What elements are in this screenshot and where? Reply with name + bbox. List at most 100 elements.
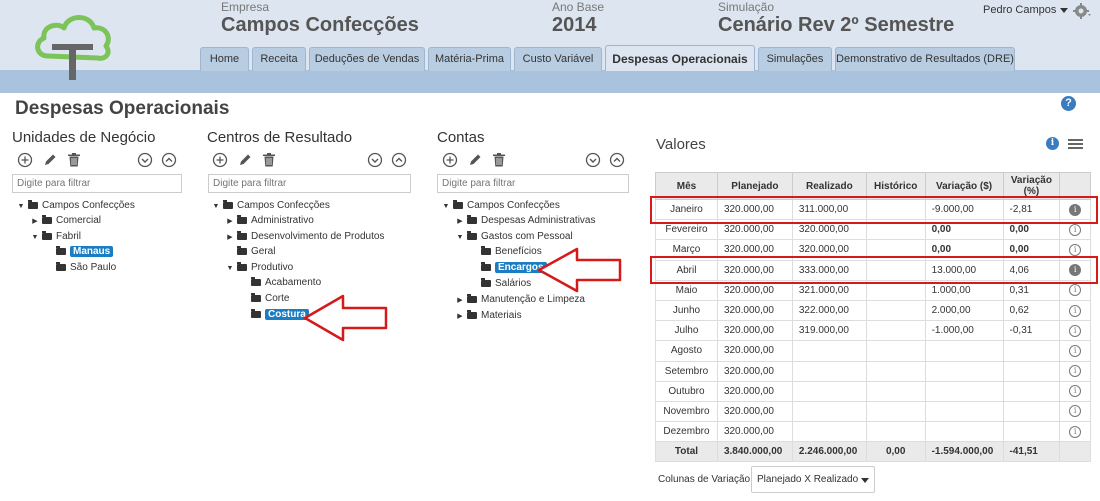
tab-materia-prima[interactable]: Matéria-Prima bbox=[428, 47, 511, 71]
month-cell: Agosto bbox=[655, 340, 718, 362]
tree-node-selected[interactable]: Costura bbox=[239, 308, 309, 322]
tree-node[interactable]: ▼ Produtivo bbox=[225, 261, 293, 275]
realizado-cell bbox=[791, 400, 867, 423]
tree-node-label: Materiais bbox=[481, 310, 522, 321]
tree-node[interactable]: ▼ Gastos com Pessoal bbox=[455, 230, 573, 244]
tree-node[interactable]: ▶ Despesas Administrativas bbox=[455, 214, 596, 228]
tree-node[interactable]: ▶ Administrativo bbox=[225, 214, 314, 228]
add-icon[interactable] bbox=[442, 152, 458, 168]
hamburger-menu-icon[interactable] bbox=[1068, 139, 1083, 150]
chevron-up-circle-icon[interactable] bbox=[391, 152, 407, 168]
tree-node[interactable]: ▶ Manutenção e Limpeza bbox=[455, 293, 585, 307]
edit-pencil-icon[interactable] bbox=[467, 152, 483, 168]
tree-node-label: Fabril bbox=[56, 231, 82, 242]
tab-dre[interactable]: Demonstrativo de Resultados (DRE) bbox=[835, 47, 1015, 71]
tree-node[interactable]: Geral bbox=[225, 245, 275, 259]
collapsed-triangle-icon: ▶ bbox=[457, 313, 463, 320]
add-icon[interactable] bbox=[17, 152, 33, 168]
contas-filter-input[interactable] bbox=[437, 174, 629, 193]
total-variacao-valor-cell: -1.594.000,00 bbox=[924, 441, 1004, 463]
info-icon[interactable]: i bbox=[1046, 137, 1059, 150]
unidades-filter-input[interactable] bbox=[12, 174, 182, 193]
tree-node[interactable]: ▶ Materiais bbox=[455, 309, 522, 323]
highlight-box-janeiro bbox=[650, 196, 1098, 224]
info-circle-icon[interactable]: i bbox=[1069, 223, 1082, 236]
tree-node-selected[interactable]: Encargos bbox=[469, 261, 547, 275]
info-circle-icon[interactable]: i bbox=[1069, 405, 1082, 418]
info-circle-icon[interactable]: i bbox=[1069, 365, 1082, 378]
add-icon[interactable] bbox=[212, 152, 228, 168]
tree-node-selected[interactable]: Manaus bbox=[44, 245, 114, 259]
chevron-down-circle-icon[interactable] bbox=[585, 152, 601, 168]
info-circle-icon[interactable]: i bbox=[1069, 385, 1082, 398]
table-row[interactable]: Julho 320.000,00 319.000,00 -1.000,00 -0,31 i bbox=[655, 320, 1091, 342]
tree-node[interactable]: Corte bbox=[239, 292, 289, 306]
trash-icon[interactable] bbox=[261, 152, 277, 168]
table-row[interactable]: Setembro 320.000,00 i bbox=[655, 360, 1091, 382]
planejado-cell: 320.000,00 bbox=[716, 299, 793, 322]
user-menu[interactable]: Pedro Campos bbox=[983, 4, 1069, 16]
row-info-cell: i bbox=[1059, 340, 1091, 362]
help-icon[interactable]: ? bbox=[1061, 96, 1076, 111]
tree-node[interactable]: ▼ Campos Confecções bbox=[211, 199, 330, 213]
tree-node[interactable]: Salários bbox=[469, 277, 531, 291]
collapsed-triangle-icon: ▶ bbox=[227, 218, 233, 225]
trash-icon[interactable] bbox=[491, 152, 507, 168]
folder-icon bbox=[237, 245, 247, 255]
collapsed-triangle-icon: ▶ bbox=[227, 234, 233, 241]
tab-deducoes-vendas[interactable]: Deduções de Vendas bbox=[309, 47, 425, 71]
tree-node[interactable]: Acabamento bbox=[239, 276, 321, 290]
variacao-pct-cell bbox=[1002, 421, 1061, 443]
centros-filter-input[interactable] bbox=[208, 174, 411, 193]
table-row[interactable]: Outubro 320.000,00 i bbox=[655, 380, 1091, 402]
tab-custo-variavel[interactable]: Custo Variável bbox=[514, 47, 602, 71]
variacao-pct-cell: 0,62 bbox=[1002, 299, 1061, 322]
chevron-down-circle-icon[interactable] bbox=[137, 152, 153, 168]
chevron-down-circle-icon[interactable] bbox=[367, 152, 383, 168]
table-row[interactable]: Novembro 320.000,00 i bbox=[655, 400, 1091, 423]
tab-simulacoes[interactable]: Simulações bbox=[758, 47, 832, 71]
info-circle-icon[interactable]: i bbox=[1069, 324, 1082, 337]
tree-node-label: Corte bbox=[265, 293, 290, 304]
tree-node[interactable]: ▼ Fabril bbox=[30, 230, 81, 244]
info-circle-icon[interactable]: i bbox=[1069, 344, 1082, 357]
tree-node[interactable]: ▼ Campos Confecções bbox=[441, 199, 560, 213]
table-row[interactable]: Dezembro 320.000,00 i bbox=[655, 421, 1091, 443]
variacao-valor-cell bbox=[924, 380, 1004, 402]
tree-node-label: Comercial bbox=[56, 215, 102, 226]
chevron-up-circle-icon[interactable] bbox=[609, 152, 625, 168]
tree-node[interactable]: São Paulo bbox=[44, 261, 116, 275]
page-title: Despesas Operacionais bbox=[15, 98, 230, 119]
tree-node[interactable]: Benefícios bbox=[469, 245, 542, 259]
table-row[interactable]: Agosto 320.000,00 i bbox=[655, 340, 1091, 362]
row-info-cell: i bbox=[1059, 320, 1091, 342]
trash-icon[interactable] bbox=[66, 152, 82, 168]
tab-home[interactable]: Home bbox=[200, 47, 249, 71]
tree-node-label: Administrativo bbox=[251, 215, 314, 226]
gear-icon[interactable] bbox=[1073, 2, 1093, 22]
edit-pencil-icon[interactable] bbox=[42, 152, 58, 168]
info-circle-icon[interactable]: i bbox=[1069, 284, 1082, 297]
empresa-value: Campos Confecções bbox=[221, 14, 419, 36]
tree-node[interactable]: ▶ Desenvolvimento de Produtos bbox=[225, 230, 384, 244]
tab-receita[interactable]: Receita bbox=[252, 47, 306, 71]
variacao-select[interactable]: Planejado X Realizado bbox=[751, 466, 875, 493]
edit-pencil-icon[interactable] bbox=[237, 152, 253, 168]
table-row[interactable]: Junho 320.000,00 322.000,00 2.000,00 0,62 i bbox=[655, 299, 1091, 322]
info-circle-icon[interactable]: i bbox=[1069, 243, 1082, 256]
tree-node[interactable]: ▶ Comercial bbox=[30, 214, 101, 228]
info-circle-icon[interactable]: i bbox=[1069, 304, 1082, 317]
month-cell: Junho bbox=[655, 299, 718, 322]
info-circle-icon[interactable]: i bbox=[1069, 425, 1082, 438]
tree-node-label: Campos Confecções bbox=[42, 200, 135, 211]
folder-icon bbox=[42, 230, 52, 240]
tree-node-label: São Paulo bbox=[70, 262, 117, 273]
tree-node[interactable]: ▼ Campos Confecções bbox=[16, 199, 135, 213]
planejado-cell: 320.000,00 bbox=[716, 340, 793, 362]
expanded-triangle-icon: ▼ bbox=[17, 203, 25, 210]
chevron-up-circle-icon[interactable] bbox=[161, 152, 177, 168]
ano-label: Ano Base bbox=[552, 0, 605, 14]
header-band bbox=[0, 70, 1100, 93]
collapsed-triangle-icon: ▶ bbox=[457, 297, 463, 304]
tab-despesas-operacionais[interactable]: Despesas Operacionais bbox=[605, 45, 755, 71]
